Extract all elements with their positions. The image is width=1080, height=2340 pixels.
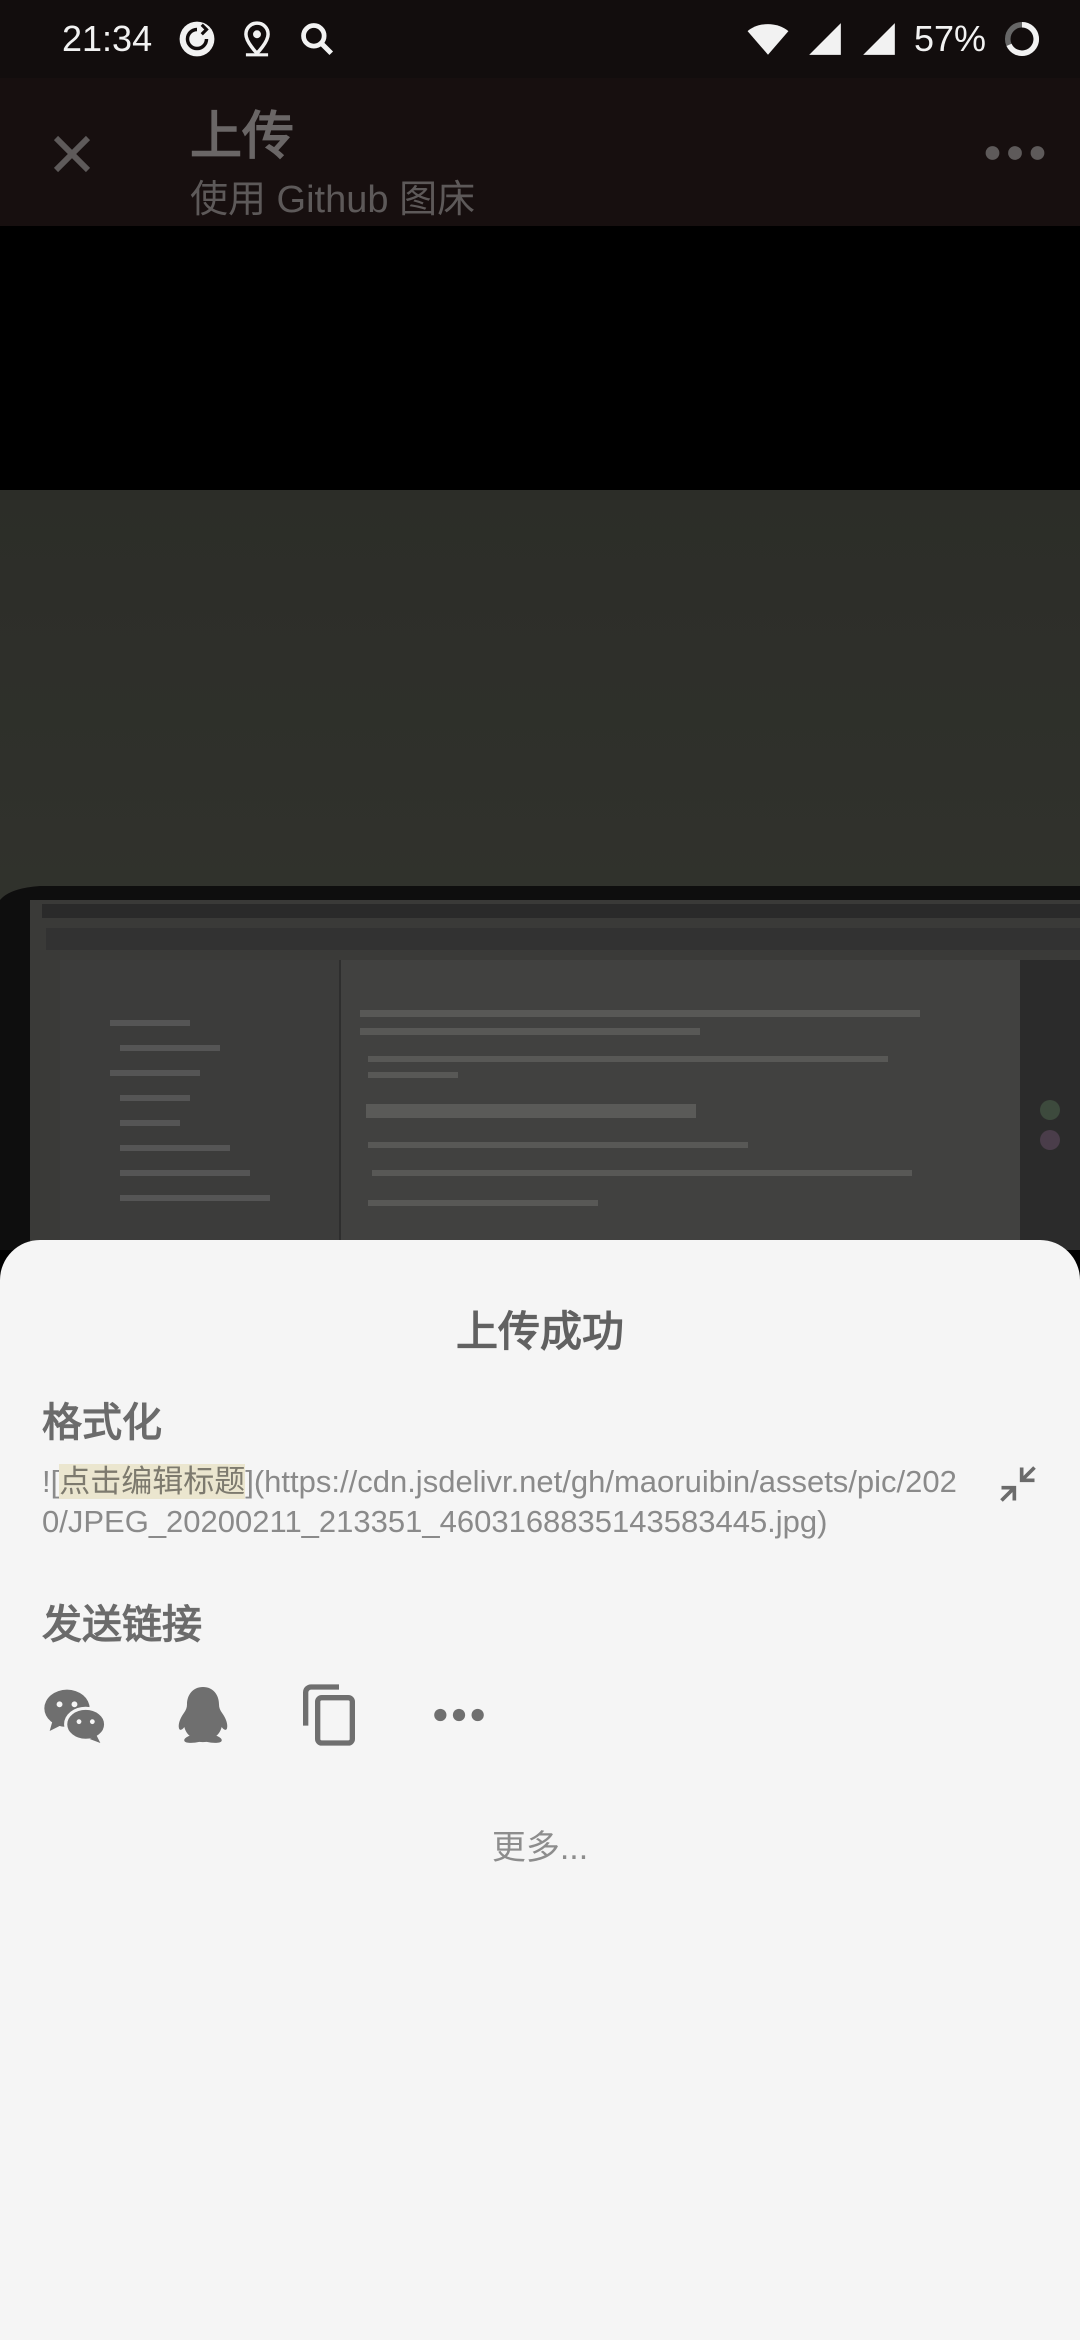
send-link-section-title: 发送链接 [42,1603,202,1647]
close-icon[interactable] [40,122,104,186]
page-title: 上传 [190,108,295,166]
markdown-prefix: ![ [42,1464,60,1499]
edit-title-highlight[interactable]: 点击编辑标题 [59,1464,246,1499]
wifi-icon [747,24,789,55]
battery-percent: 57% [913,18,986,59]
wechat-icon [44,1689,107,1743]
signal-icon [809,23,841,55]
photo-preview [0,490,1080,1250]
preview-letterbox [0,226,1080,490]
share-qq-button[interactable] [168,1680,238,1750]
copy-icon [303,1684,355,1746]
search-icon [301,23,334,56]
sync-icon [179,21,215,57]
share-wechat-button[interactable] [40,1680,110,1750]
markdown-link-text[interactable]: ![点击编辑标题](https://cdn.jsdelivr.net/gh/ma… [42,1462,972,1542]
status-time: 21:34 [62,18,153,59]
location-icon [244,21,270,57]
more-options-link[interactable]: 更多... [0,1820,1080,1869]
status-bar: 21:34 57% [0,0,1080,78]
upload-result-sheet: 上传成功 格式化 ![点击编辑标题](https://cdn.jsdelivr.… [0,1240,1080,2340]
format-section-title: 格式化 [42,1401,162,1445]
status-right-icons: 57% [746,18,1042,60]
sheet-heading: 上传成功 [455,1308,624,1355]
status-left-icons [178,20,336,58]
battery-ring-icon [1004,21,1040,57]
page-subtitle: 使用 Github 图床 [190,179,476,221]
share-more-button[interactable] [424,1680,494,1750]
more-horiz-icon [434,1708,484,1722]
more-horiz-icon[interactable] [980,138,1050,168]
laptop-photo [0,490,1080,1250]
collapse-arrows-icon[interactable] [996,1462,1040,1506]
signal-icon [863,23,895,55]
qq-icon [178,1687,228,1743]
share-actions [40,1680,552,1750]
copy-link-button[interactable] [296,1680,366,1750]
app-bar: 上传 使用 Github 图床 [0,78,1080,226]
